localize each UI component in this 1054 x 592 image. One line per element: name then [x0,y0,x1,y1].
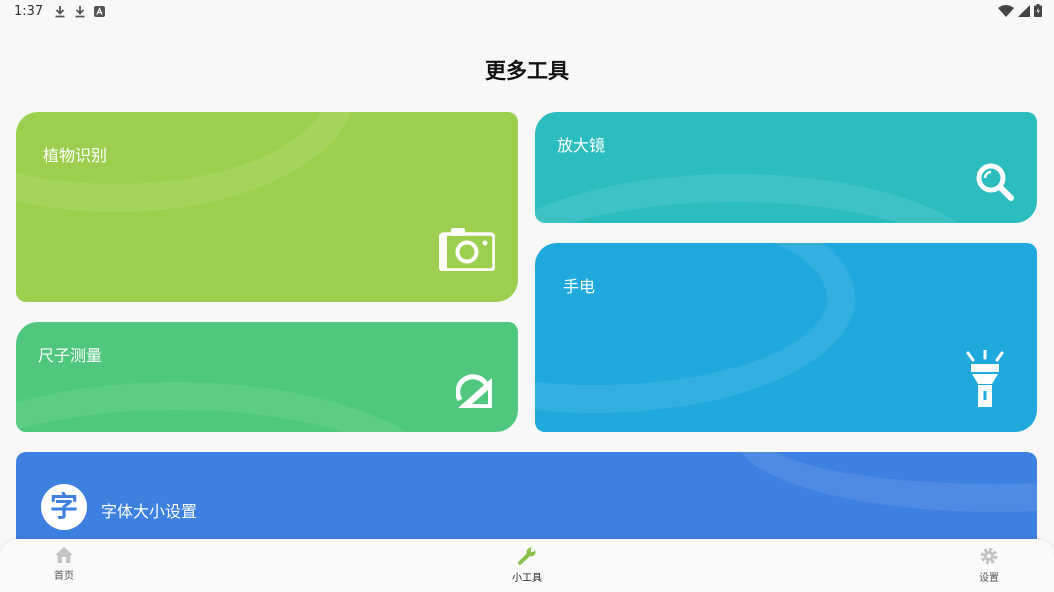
ruler-measure-card[interactable]: 尺子测量 [16,322,518,432]
nav-label-home: 首页 [54,571,74,582]
nav-label-tools: 小工具 [512,573,542,584]
font-size-settings-card[interactable]: 字 字体大小设置 [16,452,1037,552]
ruler-icon [456,374,492,408]
card-decoration [535,174,995,223]
status-system-icons [998,4,1042,17]
magnifier-card[interactable]: 放大镜 [535,112,1037,223]
flashlight-card[interactable]: 手电 [535,243,1037,432]
status-bar: 1:37 [0,0,1054,24]
status-notifications [54,5,105,18]
nav-label-settings: 设置 [979,573,999,584]
card-decoration [16,382,456,432]
home-icon [55,547,73,563]
page-title: 更多工具 [485,59,569,83]
font-size-settings-label: 字体大小设置 [101,502,198,521]
wrench-icon [518,547,536,565]
wifi-icon [998,4,1014,17]
app-notification-icon [94,6,105,17]
bottom-navigation: 首页 小工具 设置 [0,539,1054,592]
status-time: 1:37 [14,4,44,19]
nav-item-home[interactable]: 首页 [34,547,94,582]
download-icon [75,6,85,18]
card-decoration [535,243,855,413]
font-badge-icon: 字 [41,484,87,530]
battery-icon [1034,4,1042,17]
card-decoration [736,452,1037,512]
nav-item-tools[interactable]: 小工具 [497,547,557,584]
plant-identification-card[interactable]: 植物识别 [16,112,518,302]
gear-icon [980,547,998,565]
flashlight-icon [966,350,1004,407]
magnifier-label: 放大镜 [557,136,606,155]
nav-item-settings[interactable]: 设置 [959,547,1019,584]
magnifier-icon [976,163,1014,201]
signal-icon [1018,4,1030,17]
camera-icon [439,228,495,271]
flashlight-label: 手电 [563,277,596,296]
plant-identification-label: 植物识别 [43,146,108,165]
ruler-measure-label: 尺子测量 [38,346,103,365]
download-icon [55,6,65,18]
